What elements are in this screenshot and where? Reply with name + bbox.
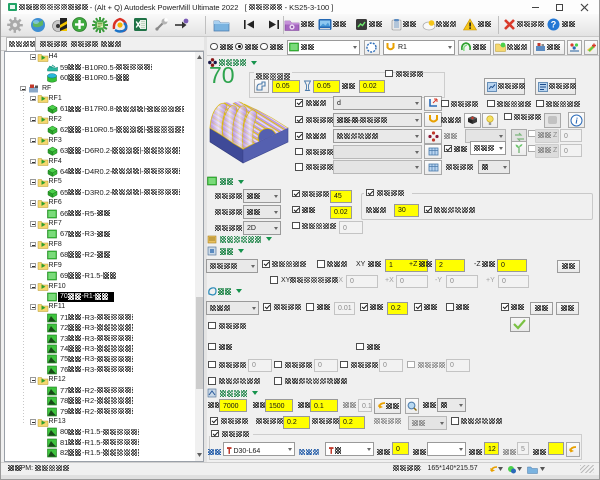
svg-text:?: ? bbox=[551, 20, 557, 30]
